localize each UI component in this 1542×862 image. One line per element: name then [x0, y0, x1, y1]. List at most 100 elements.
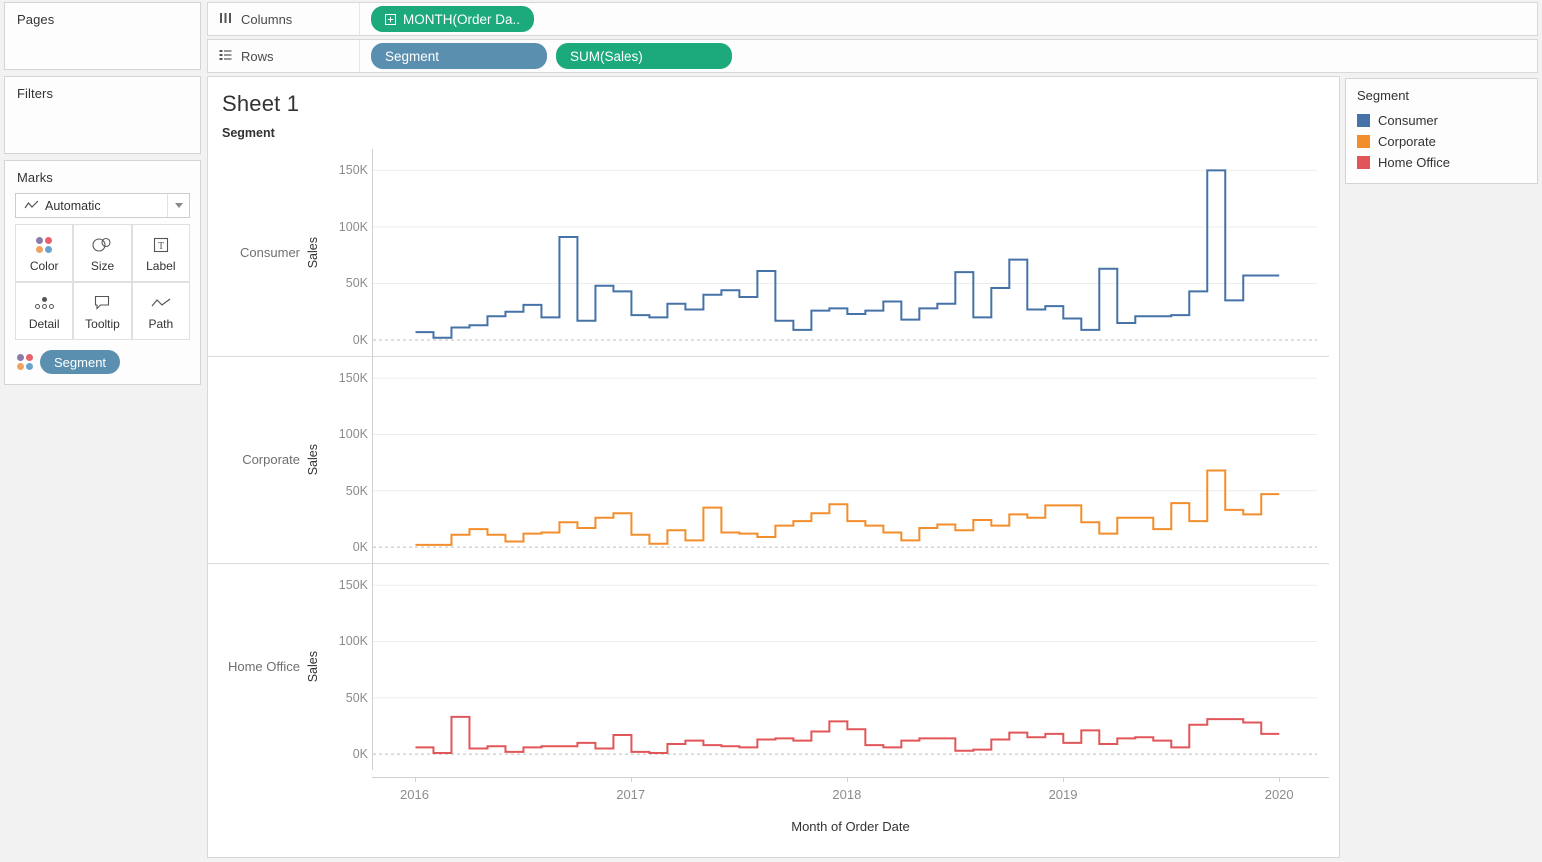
- y-tick-label: 0K: [353, 540, 368, 554]
- chart-panel-home-office: Home OfficeSales0K50K100K150K: [208, 563, 1329, 770]
- legend-item[interactable]: Corporate: [1357, 131, 1526, 152]
- chart-panels: Consumer Sales 0K 50K 100K 150K Corporate Sales…: [208, 149, 1341, 777]
- visualization-canvas: Sheet 1 Segment ConsumerSales0K50K100K15…: [207, 76, 1340, 858]
- y-tick-label: 150K: [339, 371, 368, 385]
- columns-shelf-content: MONTH(Order Da..: [360, 6, 534, 32]
- series-line-consumer[interactable]: [415, 170, 1279, 337]
- x-tick-mark: [415, 777, 416, 782]
- marks-color-pill-row: Segment: [17, 350, 190, 374]
- legend-swatch: [1357, 114, 1370, 127]
- series-line-corporate[interactable]: [415, 471, 1279, 545]
- rows-icon: [219, 49, 232, 64]
- legend-title: Segment: [1346, 79, 1537, 110]
- tooltip-button[interactable]: Tooltip: [73, 282, 131, 340]
- legend-swatch: [1357, 156, 1370, 169]
- rows-shelf[interactable]: Rows Segment SUM(Sales): [207, 39, 1538, 73]
- legend-item[interactable]: Home Office: [1357, 152, 1526, 173]
- pill-month-order-date[interactable]: MONTH(Order Da..: [371, 6, 534, 32]
- rows-shelf-content: Segment SUM(Sales): [360, 43, 732, 69]
- pill-segment[interactable]: Segment: [371, 43, 547, 69]
- y-tick-label: 100K: [339, 427, 368, 441]
- size-circles-icon: [91, 234, 113, 256]
- columns-shelf-label-group: Columns: [208, 3, 360, 35]
- path-button[interactable]: Path: [132, 282, 190, 340]
- size-button[interactable]: Size: [73, 224, 131, 282]
- x-axis-title: Month of Order Date: [372, 819, 1329, 834]
- x-tick-mark: [1063, 777, 1064, 782]
- color-button-label: Color: [30, 259, 59, 273]
- color-dots-icon: [36, 234, 52, 256]
- y-tick-label: 50K: [346, 691, 368, 705]
- expand-plus-icon[interactable]: [385, 14, 396, 25]
- label-text-icon: T: [152, 234, 170, 256]
- columns-label: Columns: [241, 12, 292, 27]
- y-axis-ticks: 0K 50K 100K 150K: [326, 357, 372, 563]
- page-title[interactable]: Sheet 1: [208, 77, 1339, 117]
- x-tick-mark: [1279, 777, 1280, 782]
- filters-card[interactable]: Filters: [4, 76, 201, 154]
- label-button-label: Label: [146, 259, 175, 273]
- chevron-down-icon[interactable]: [167, 194, 189, 217]
- y-tick-label: 100K: [339, 220, 368, 234]
- y-tick-label: 100K: [339, 634, 368, 648]
- plot-canvas: [372, 149, 1317, 356]
- y-axis-title: Sales: [306, 149, 320, 356]
- path-button-label: Path: [148, 317, 173, 331]
- chart-panel-corporate: Corporate Sales 0K 50K 100K 150K: [208, 356, 1329, 563]
- plot-area: 0K 50K 100K 150K: [326, 357, 1329, 563]
- panel-row-label[interactable]: Consumer: [216, 149, 300, 356]
- legend-swatch: [1357, 135, 1370, 148]
- detail-button-label: Detail: [29, 317, 60, 331]
- plot-canvas: [372, 564, 1317, 770]
- plot-area: 0K 50K 100K 150K: [326, 149, 1329, 356]
- series-line-home-office[interactable]: [415, 717, 1279, 753]
- legend-item[interactable]: Consumer: [1357, 110, 1526, 131]
- y-axis-title: Sales: [306, 564, 320, 770]
- columns-icon: [219, 12, 232, 27]
- color-button[interactable]: Color: [15, 224, 73, 282]
- filters-card-title: Filters: [5, 77, 200, 101]
- x-tick-mark: [847, 777, 848, 782]
- x-tick-label: 2018: [832, 787, 861, 802]
- panel-row-label[interactable]: Corporate: [216, 357, 300, 563]
- tooltip-button-label: Tooltip: [85, 317, 120, 331]
- y-tick-label: 0K: [353, 747, 368, 761]
- left-panel: Pages Filters Marks Automatic: [4, 2, 201, 391]
- svg-text:T: T: [158, 241, 164, 252]
- x-tick-label: 2019: [1049, 787, 1078, 802]
- marks-card: Marks Automatic Color: [4, 160, 201, 385]
- path-line-icon: [151, 292, 171, 314]
- rows-label: Rows: [241, 49, 274, 64]
- y-axis-ticks: 0K 50K 100K 150K: [326, 149, 372, 356]
- pages-card-title: Pages: [5, 3, 200, 27]
- pill-sum-sales[interactable]: SUM(Sales): [556, 43, 732, 69]
- x-axis: 20162017201820192020 Month of Order Date: [208, 777, 1341, 857]
- detail-button[interactable]: Detail: [15, 282, 73, 340]
- panel-row-label[interactable]: Home Office: [216, 564, 300, 770]
- label-button[interactable]: T Label: [132, 224, 190, 282]
- marks-buttons: Color Size T: [15, 224, 190, 340]
- y-tick-label: 50K: [346, 276, 368, 290]
- x-axis-line: [372, 777, 1329, 778]
- line-icon: [24, 200, 39, 211]
- plot-area: 0K50K100K150K: [326, 564, 1329, 770]
- y-axis-title: Sales: [306, 357, 320, 563]
- columns-shelf[interactable]: Columns MONTH(Order Da..: [207, 2, 1538, 36]
- y-axis-ticks: 0K50K100K150K: [326, 564, 372, 770]
- color-dots-icon: [17, 354, 33, 370]
- tableau-worksheet: Pages Filters Marks Automatic: [0, 0, 1542, 862]
- legend-item-label: Consumer: [1378, 113, 1438, 128]
- pill-month-order-date-label: MONTH(Order Da..: [403, 12, 520, 27]
- chart-panel-consumer: Consumer Sales 0K 50K 100K 150K: [208, 149, 1329, 356]
- mark-type-label: Automatic: [45, 199, 167, 213]
- legend-items: Consumer CorporateHome Office: [1346, 110, 1537, 183]
- y-tick-label: 150K: [339, 163, 368, 177]
- mark-type-dropdown[interactable]: Automatic: [15, 193, 190, 218]
- x-tick-label: 2020: [1265, 787, 1294, 802]
- pages-card[interactable]: Pages: [4, 2, 201, 70]
- y-tick-label: 0K: [353, 333, 368, 347]
- y-tick-label: 50K: [346, 484, 368, 498]
- x-tick-mark: [631, 777, 632, 782]
- marks-pill-segment[interactable]: Segment: [40, 350, 120, 374]
- plot-canvas: [372, 357, 1317, 563]
